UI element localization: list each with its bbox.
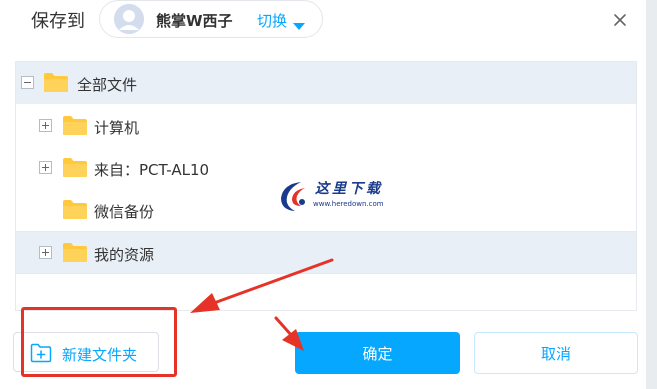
dialog-title: 保存到	[31, 11, 85, 32]
confirm-button[interactable]: 确定	[295, 332, 460, 374]
account-switcher[interactable]: 熊掌W西子 切换	[99, 0, 323, 38]
cancel-button[interactable]: 取消	[474, 332, 638, 374]
plus-box-icon[interactable]	[39, 119, 52, 132]
watermark-url: www.heredown.com	[313, 200, 384, 208]
tree-item-my-resources[interactable]: 我的资源	[16, 231, 636, 274]
tree-item-computer[interactable]: 计算机	[16, 105, 636, 147]
watermark: 这里下载 www.heredown.com	[275, 178, 385, 214]
switch-account-link[interactable]: 切换	[257, 10, 287, 31]
folder-icon	[63, 200, 87, 219]
folder-icon	[44, 73, 68, 92]
close-icon[interactable]	[608, 8, 632, 32]
folder-icon	[63, 116, 87, 135]
annotation-highlight-box	[21, 307, 177, 377]
caret-down-icon[interactable]	[293, 16, 305, 35]
plus-box-icon[interactable]	[39, 161, 52, 174]
tree-item-label: 我的资源	[94, 246, 155, 264]
watermark-logo-icon	[281, 182, 305, 211]
dialog-header: 保存到 熊掌W西子 切换	[0, 0, 646, 40]
watermark-text: 这里下载	[315, 181, 383, 197]
minus-box-icon[interactable]	[21, 76, 34, 89]
folder-icon	[63, 243, 87, 262]
folder-icon	[63, 158, 87, 177]
background-window-edge	[646, 0, 657, 389]
account-name: 熊掌W西子	[156, 12, 233, 30]
confirm-label: 确定	[362, 344, 393, 363]
tree-item-label: 计算机	[94, 119, 140, 137]
tree-item-label: 全部文件	[77, 76, 138, 94]
plus-box-icon[interactable]	[39, 246, 52, 259]
cancel-label: 取消	[540, 344, 571, 363]
tree-item-label: 微信备份	[94, 203, 155, 221]
tree-item-label: 来自：PCT-AL10	[94, 161, 210, 179]
tree-item-all-files[interactable]: 全部文件	[16, 62, 636, 104]
user-avatar-icon	[114, 4, 144, 34]
